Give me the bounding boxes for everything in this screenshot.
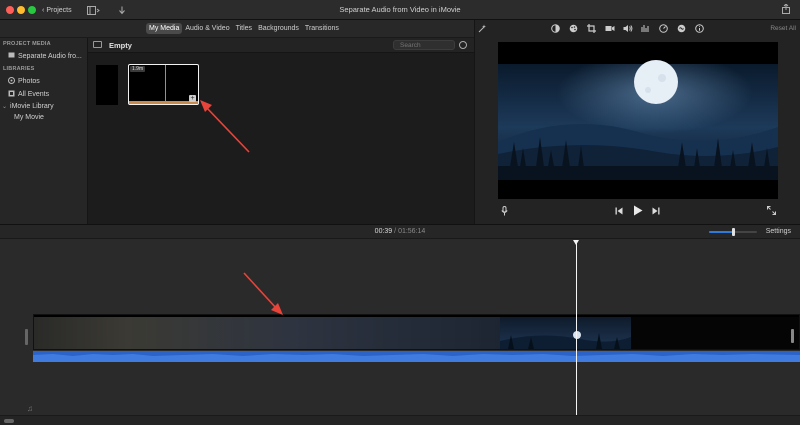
import-icon[interactable] <box>118 4 126 16</box>
time-separator: / <box>394 228 397 235</box>
crop-icon[interactable] <box>587 24 596 33</box>
timeline-scroll-bar[interactable] <box>0 415 800 425</box>
timeline-settings-button[interactable]: Settings <box>766 228 791 235</box>
playhead-handle[interactable] <box>573 240 579 245</box>
viewer-toolbar: Reset All <box>475 20 800 38</box>
project-media-header: PROJECT MEDIA <box>3 41 51 47</box>
noise-reduction-icon[interactable] <box>677 24 686 33</box>
minimize-window-button[interactable] <box>17 6 25 14</box>
chevron-left-icon: ‹ <box>42 6 45 14</box>
events-icon <box>8 90 15 99</box>
tab-my-media[interactable]: My Media <box>146 23 183 34</box>
volume-icon[interactable] <box>623 24 633 33</box>
film-icon <box>8 52 15 60</box>
clip-segment <box>34 317 500 349</box>
current-time: 00:39 <box>374 228 393 235</box>
photos-icon <box>8 77 15 86</box>
close-window-button[interactable] <box>6 6 14 14</box>
magic-wand-icon[interactable] <box>478 24 487 33</box>
sidebar-item-imovie-library[interactable]: ⌄ iMovie Library <box>0 101 87 112</box>
info-icon[interactable] <box>695 24 704 33</box>
play-icon[interactable] <box>633 205 643 218</box>
timeline-audio-waveform[interactable] <box>33 351 800 362</box>
clip-segment-black <box>631 317 799 349</box>
color-correction-icon[interactable] <box>569 24 578 33</box>
zoom-window-button[interactable] <box>28 6 36 14</box>
event-title: Empty <box>109 41 132 50</box>
sidebar-item-label: iMovie Library <box>10 103 54 110</box>
media-thumbnail-black[interactable] <box>96 65 118 105</box>
tab-titles[interactable]: Titles <box>233 23 255 34</box>
clip-divider <box>165 65 166 101</box>
scroll-knob[interactable] <box>4 419 14 423</box>
clip-trim-handle-left[interactable] <box>25 329 28 345</box>
share-icon[interactable] <box>782 3 790 16</box>
video-preview[interactable] <box>498 42 778 199</box>
skip-back-icon[interactable] <box>615 207 623 217</box>
timeline-header: 00:39 / 01:56:14 Settings <box>0 225 800 239</box>
media-browser: Empty 1.9m + <box>88 38 474 224</box>
projects-label: Projects <box>46 6 72 14</box>
music-note-icon: ♫ <box>27 404 33 413</box>
timeline-video-clip[interactable] <box>33 314 800 350</box>
sidebar-item-label: My Movie <box>14 114 44 121</box>
chevron-down-icon: ⌄ <box>2 104 8 110</box>
sidebar-toggle-icon[interactable] <box>93 41 102 48</box>
browser-tab-bar: My Media Audio & Video Titles Background… <box>0 20 474 38</box>
microphone-icon[interactable] <box>501 206 508 218</box>
browser-tabs: My Media Audio & Video Titles Background… <box>146 23 342 34</box>
browser-header: Empty <box>88 38 474 53</box>
add-clip-icon[interactable]: + <box>189 95 196 102</box>
timeline: 00:39 / 01:56:14 Settings ♫ <box>0 224 800 425</box>
sidebar-item-project[interactable]: Separate Audio fro... <box>0 50 87 62</box>
tab-audio-video[interactable]: Audio & Video <box>182 23 232 34</box>
skip-forward-icon[interactable] <box>652 207 660 217</box>
tab-backgrounds[interactable]: Backgrounds <box>255 23 302 34</box>
clip-trim-handle-right[interactable] <box>791 329 794 343</box>
timeline-zoom-slider[interactable] <box>709 228 757 236</box>
color-balance-icon[interactable] <box>551 24 560 33</box>
media-view-icon[interactable] <box>87 4 100 16</box>
clip-used-bar <box>129 101 198 104</box>
total-time: 01:56:14 <box>398 228 426 235</box>
reset-all-button[interactable]: Reset All <box>770 25 796 32</box>
playhead-line[interactable] <box>576 241 577 425</box>
clip-duration-badge: 1.9m <box>130 66 146 72</box>
zoom-slider-knob[interactable] <box>731 228 735 236</box>
sidebar-item-all-events[interactable]: All Events <box>0 88 87 101</box>
stabilization-icon[interactable] <box>605 24 615 33</box>
tab-transitions[interactable]: Transitions <box>302 23 342 34</box>
clip-segment-night-scene <box>500 317 631 349</box>
equalizer-icon[interactable] <box>641 24 650 33</box>
sidebar-item-label: Separate Audio fro... <box>18 52 82 60</box>
library-sidebar: PROJECT MEDIA Separate Audio fro... LIBR… <box>0 38 88 224</box>
waveform-graphic <box>33 354 800 362</box>
timecode-display: 00:39 / 01:56:14 <box>0 228 800 235</box>
projects-back-button[interactable]: ‹ Projects <box>42 4 72 16</box>
libraries-header: LIBRARIES <box>3 66 35 72</box>
sidebar-item-photos[interactable]: Photos <box>0 75 87 88</box>
sidebar-item-my-movie[interactable]: My Movie <box>0 112 87 123</box>
sidebar-item-label: Photos <box>18 78 40 85</box>
sidebar-item-label: All Events <box>18 91 50 98</box>
speed-icon[interactable] <box>659 24 668 33</box>
zoom-slider-fill <box>709 231 733 233</box>
media-clip-thumbnail[interactable]: 1.9m + <box>128 64 199 105</box>
filter-icon[interactable] <box>459 41 467 49</box>
fullscreen-icon[interactable] <box>767 206 776 217</box>
viewer-panel: Reset All <box>474 20 800 224</box>
night-landscape-image <box>498 42 778 199</box>
search-input[interactable] <box>393 40 455 50</box>
title-bar: ‹ Projects Separate Audio from Video in … <box>0 0 800 20</box>
